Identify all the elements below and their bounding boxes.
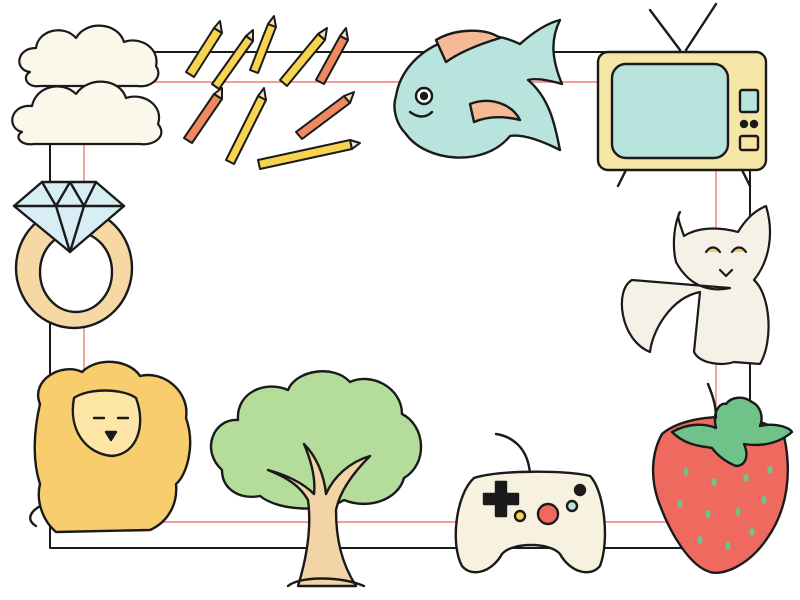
cat-icon (620, 204, 772, 366)
pencil-icon (183, 15, 361, 170)
cloud-icon (11, 24, 163, 146)
tree-icon (210, 370, 423, 588)
strawberry-icon (651, 382, 794, 575)
tv-icon (596, 2, 768, 188)
decorative-frame (11, 2, 794, 588)
ring-icon (12, 180, 134, 330)
frame-canvas (0, 0, 800, 600)
lion-icon (29, 360, 192, 534)
gamepad-icon (454, 432, 607, 574)
fish-icon (393, 18, 564, 159)
